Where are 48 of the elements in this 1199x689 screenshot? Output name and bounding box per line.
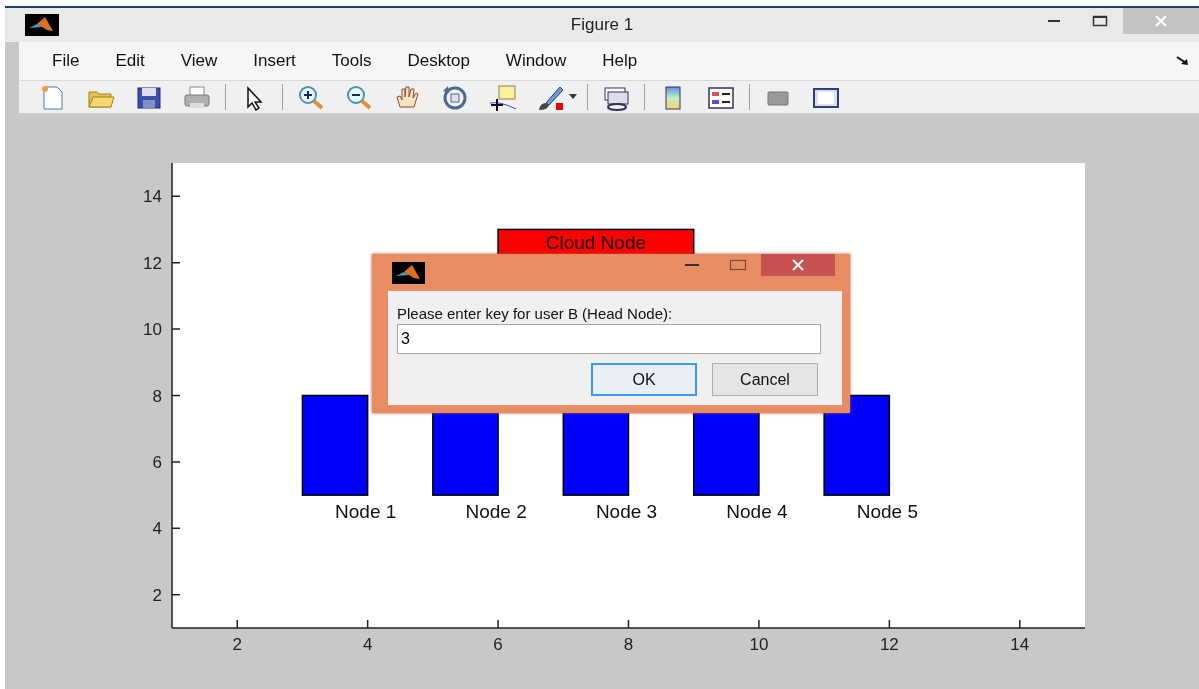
y-tick-label: 12 [143, 253, 162, 273]
node-label: Cloud Node [545, 232, 647, 254]
x-tick-label: 4 [362, 635, 373, 654]
node-label: Node 1 [335, 501, 397, 523]
cancel-button[interactable]: Cancel [712, 363, 818, 396]
key-input-field[interactable]: 3 [397, 324, 821, 354]
maximize-icon [729, 259, 747, 271]
x-tick-label: 12 [879, 635, 899, 654]
minimize-icon [1048, 20, 1060, 22]
close-button[interactable] [761, 254, 835, 276]
menu-item[interactable]: Desktop [407, 51, 470, 71]
zoom-in-icon[interactable] [296, 83, 326, 111]
menu-item[interactable]: Tools [331, 51, 372, 71]
close-icon [1154, 15, 1168, 27]
window-title: Figure 1 [570, 15, 634, 34]
close-icon [791, 259, 805, 271]
y-tick-label: 10 [143, 320, 162, 340]
menu-item[interactable]: Help [602, 51, 638, 71]
node-label: Node 5 [856, 501, 919, 523]
data-cursor-icon[interactable] [488, 83, 518, 111]
caret-icon[interactable] [569, 94, 577, 100]
y-tick-label: 2 [152, 585, 162, 605]
x-tick-label: 14 [1010, 635, 1030, 654]
print-icon[interactable] [182, 83, 212, 111]
menu-item[interactable]: File [52, 51, 80, 71]
maximize-icon [1092, 14, 1108, 28]
menu-item[interactable]: View [180, 51, 218, 71]
menu-item[interactable]: Insert [253, 51, 296, 71]
node-label: Node 2 [465, 501, 527, 523]
x-tick-label: 8 [623, 635, 634, 654]
y-tick-label: 8 [152, 386, 162, 406]
prompt-text: Please enter key for user B (Head Node): [397, 305, 674, 322]
menu-item[interactable]: Window [505, 51, 567, 71]
menu-item[interactable]: Edit [115, 51, 145, 71]
y-tick-label: 4 [152, 519, 162, 539]
y-tick-label: 6 [152, 452, 162, 472]
x-tick-label: 6 [493, 635, 503, 654]
ok-button[interactable]: OK [591, 363, 697, 396]
minimize-icon [685, 264, 699, 266]
app-logo-icon [25, 14, 59, 36]
x-tick-label: 2 [232, 635, 242, 654]
dock-arrow-icon[interactable] [1175, 55, 1191, 67]
app-logo-icon [392, 262, 425, 284]
node-label: Node 4 [726, 501, 788, 523]
zoom-out-icon[interactable] [344, 83, 374, 111]
node-label: Node 3 [595, 501, 658, 523]
x-tick-label: 10 [749, 635, 769, 654]
y-tick-label: 14 [143, 187, 162, 207]
